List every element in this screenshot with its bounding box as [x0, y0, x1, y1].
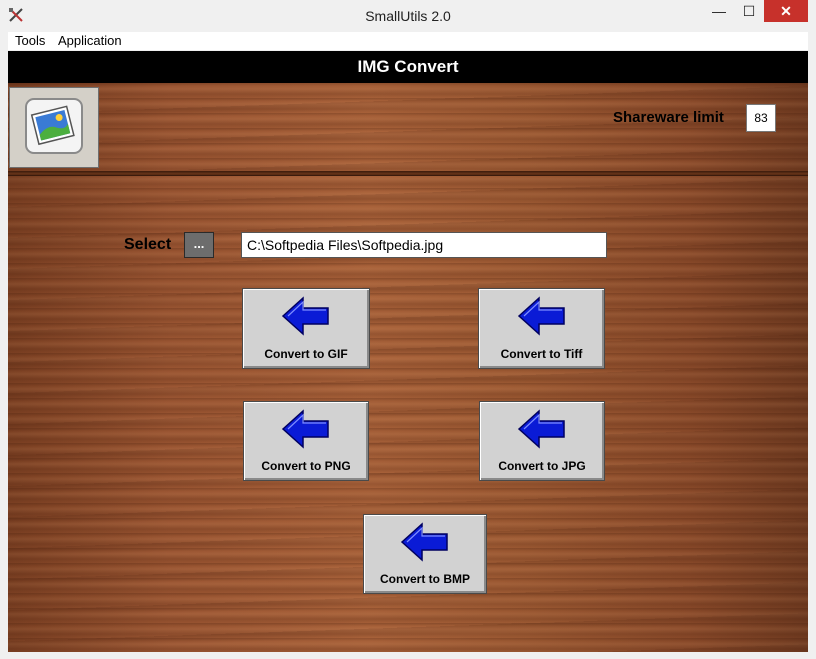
window-title: SmallUtils 2.0	[365, 8, 451, 24]
maximize-button[interactable]: ☐	[735, 0, 763, 22]
select-label: Select	[124, 236, 172, 253]
close-button[interactable]: ✕	[764, 0, 808, 22]
convert-png-button[interactable]: Convert to PNG	[243, 401, 369, 481]
convert-gif-button[interactable]: Convert to GIF	[242, 288, 370, 369]
convert-bmp-button[interactable]: Convert to BMP	[363, 514, 487, 594]
shareware-limit-label: Shareware limit	[613, 109, 724, 126]
left-arrow-icon	[281, 296, 329, 336]
menu-tools[interactable]: Tools	[15, 33, 45, 48]
shareware-count: 83	[746, 104, 776, 132]
app-logo	[9, 87, 99, 168]
menu-application[interactable]: Application	[58, 33, 122, 48]
convert-jpg-button[interactable]: Convert to JPG	[479, 401, 605, 481]
left-arrow-icon	[517, 296, 565, 336]
left-arrow-icon	[517, 409, 565, 449]
file-path-field[interactable]: C:\Softpedia Files\Softpedia.jpg	[241, 232, 607, 258]
convert-png-label: Convert to PNG	[261, 459, 351, 473]
convert-bmp-label: Convert to BMP	[380, 572, 470, 586]
left-arrow-icon	[400, 522, 448, 562]
convert-tiff-button[interactable]: Convert to Tiff	[478, 288, 605, 369]
left-arrow-icon	[281, 409, 329, 449]
page-title: IMG Convert	[8, 51, 808, 83]
image-icon	[25, 98, 83, 154]
menu-bar: Tools Application	[8, 32, 808, 50]
title-bar: SmallUtils 2.0 — ☐ ✕	[0, 0, 816, 32]
convert-tiff-label: Convert to Tiff	[500, 347, 583, 361]
browse-button[interactable]: ...	[184, 232, 214, 258]
wood-seam	[8, 171, 808, 176]
convert-jpg-label: Convert to JPG	[498, 459, 586, 473]
minimize-button[interactable]: —	[705, 0, 733, 22]
convert-gif-label: Convert to GIF	[264, 347, 348, 361]
